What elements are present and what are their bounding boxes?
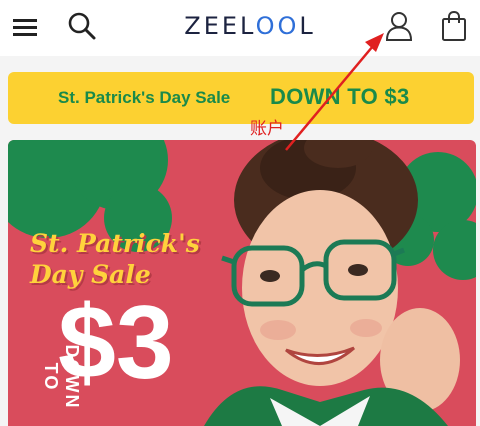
hero-title: St. Patrick's Day Sale	[30, 228, 200, 290]
promo-banner[interactable]: St. Patrick's Day Sale DOWN TO $3	[8, 72, 474, 124]
top-header: ZEELOOL	[0, 0, 480, 56]
hero-banner[interactable]: St. Patrick's Day Sale DOWN TO $3	[8, 140, 476, 426]
menu-icon[interactable]	[10, 12, 40, 42]
hero-title-line1: St. Patrick's	[30, 229, 200, 258]
brand-logo-accent: OO	[255, 12, 300, 40]
brand-logo[interactable]: ZEELOOL	[170, 10, 330, 42]
search-icon[interactable]	[66, 10, 98, 42]
promo-price-text: DOWN TO $3	[270, 84, 410, 109]
shopping-bag-icon[interactable]	[440, 10, 468, 42]
brand-logo-text: ZEELOOL	[184, 12, 316, 40]
account-icon[interactable]	[384, 10, 414, 42]
promo-sale-text: St. Patrick's Day Sale	[58, 88, 231, 107]
annotation-label: 账户	[250, 119, 284, 138]
hero-price: $3	[58, 285, 174, 401]
